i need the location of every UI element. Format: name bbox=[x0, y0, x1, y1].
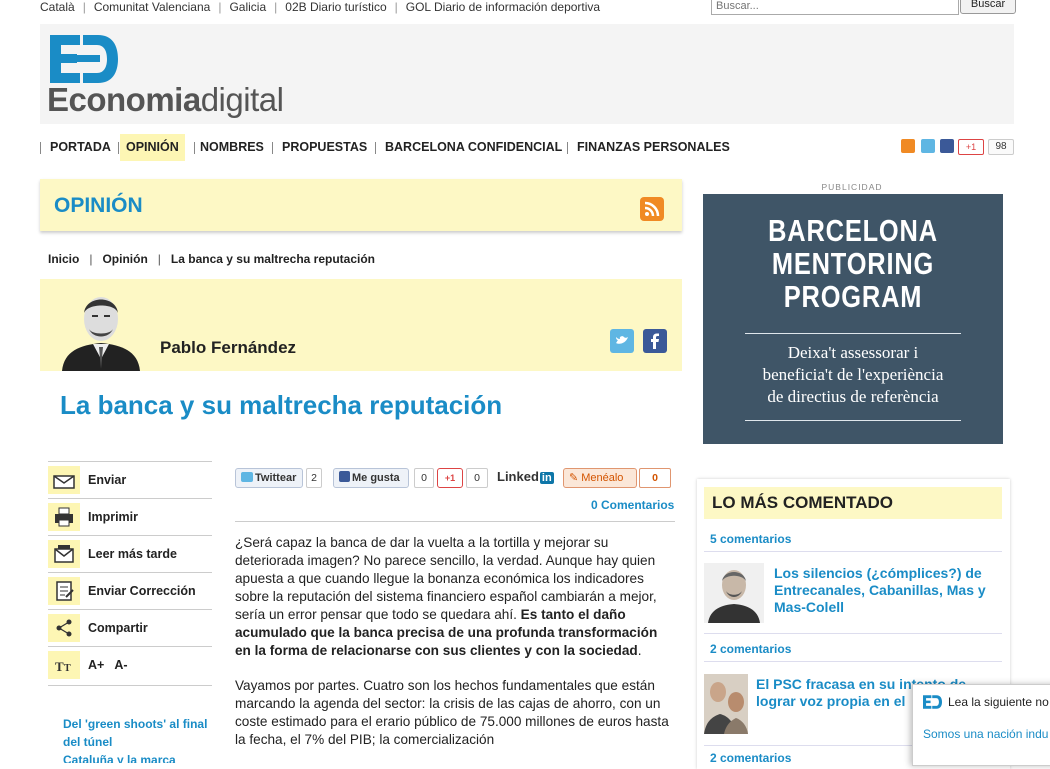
breadcrumb-current: La banca y su maltrecha reputación bbox=[170, 252, 375, 266]
meneame-count: 0 bbox=[639, 468, 671, 488]
nav-opinion[interactable]: OPINIÓN bbox=[120, 134, 185, 161]
tool-label: Compartir bbox=[88, 621, 148, 635]
tool-label: Enviar Corrección bbox=[88, 584, 196, 598]
edition-link-galicia[interactable]: Galicia bbox=[229, 0, 266, 14]
svg-text:T: T bbox=[55, 659, 64, 674]
svg-text:T: T bbox=[64, 663, 71, 674]
rss-icon[interactable] bbox=[901, 139, 915, 153]
breadcrumb-inicio[interactable]: Inicio bbox=[48, 252, 79, 266]
edition-link-valenciana[interactable]: Comunitat Valenciana bbox=[94, 0, 211, 14]
text-size-icon: TT bbox=[48, 651, 80, 679]
tool-label: Enviar bbox=[88, 473, 127, 487]
tool-imprimir[interactable]: Imprimir bbox=[48, 498, 212, 535]
search-button[interactable]: Buscar bbox=[960, 0, 1016, 14]
twitter-icon bbox=[241, 472, 253, 482]
related-link[interactable]: Del 'green shoots' al final del túnel bbox=[63, 715, 213, 751]
section-title: OPINIÓN bbox=[54, 194, 143, 217]
read-later-icon bbox=[48, 540, 80, 568]
edition-link-catala[interactable]: Català bbox=[40, 0, 75, 14]
author-facebook-icon[interactable] bbox=[643, 329, 667, 353]
nav-finanzas-personales[interactable]: FINANZAS PERSONALES bbox=[571, 134, 736, 161]
article-thumbnail[interactable] bbox=[704, 563, 764, 623]
facebook-like-button[interactable]: Me gusta bbox=[333, 468, 409, 488]
tool-enviar[interactable]: Enviar bbox=[48, 461, 212, 498]
tool-label: Leer más tarde bbox=[88, 547, 177, 561]
main-nav: PORTADA OPINIÓN NOMBRES PROPUESTAS BARCE… bbox=[40, 134, 1014, 162]
twitter-icon[interactable] bbox=[921, 139, 935, 153]
nav-propuestas[interactable]: PROPUESTAS bbox=[276, 134, 373, 161]
article-title: La banca y su maltrecha reputación bbox=[60, 390, 503, 420]
popup-link[interactable]: Somos una nación indu bbox=[923, 727, 1048, 741]
share-icon bbox=[48, 614, 80, 642]
tool-enviar-correccion[interactable]: Enviar Corrección bbox=[48, 572, 212, 609]
popup-text: Lea la siguiente no bbox=[948, 695, 1049, 709]
nav-barcelona-confidencial[interactable]: BARCELONA CONFIDENCIAL bbox=[379, 134, 568, 161]
article-body: ¿Será capaz la banca de dar la vuelta a … bbox=[235, 534, 675, 766]
comment-count[interactable]: 2 comentarios bbox=[710, 642, 791, 656]
edition-link-02b[interactable]: 02B Diario turístico bbox=[285, 0, 386, 14]
nav-portada[interactable]: PORTADA bbox=[44, 134, 117, 161]
breadcrumb-opinion[interactable]: Opinión bbox=[102, 252, 147, 266]
article-thumbnail[interactable] bbox=[704, 674, 748, 734]
twitter-share-button[interactable]: Twittear bbox=[235, 468, 303, 488]
ad-label: PUBLICIDAD bbox=[821, 182, 883, 192]
author-name[interactable]: Pablo Fernández bbox=[160, 338, 296, 358]
rss-icon[interactable] bbox=[640, 197, 664, 221]
tool-leer-mas-tarde[interactable]: Leer más tarde bbox=[48, 535, 212, 572]
comment-count[interactable]: 5 comentarios bbox=[710, 532, 791, 546]
font-decrease-button[interactable]: A- bbox=[114, 658, 127, 672]
author-twitter-icon[interactable] bbox=[610, 329, 634, 353]
tool-label: Imprimir bbox=[88, 510, 139, 524]
paragraph: Vayamos por partes. Cuatro son los hecho… bbox=[235, 678, 669, 747]
tool-text-size: TT A+ A- bbox=[48, 646, 212, 686]
most-commented-title: LO MÁS COMENTADO bbox=[704, 487, 1002, 519]
gplus-share-count: 0 bbox=[466, 468, 488, 488]
meneame-button[interactable]: ✎ Menéalo bbox=[563, 468, 637, 488]
nav-nombres[interactable]: NOMBRES bbox=[194, 134, 270, 161]
edition-links: Català | Comunitat Valenciana | Galicia | 0… bbox=[40, 0, 601, 14]
author-band: Pablo Fernández bbox=[40, 279, 682, 371]
gplus-count: 98 bbox=[988, 139, 1014, 155]
correction-icon bbox=[48, 577, 80, 605]
ed-logo-icon bbox=[923, 695, 942, 714]
linkedin-share-button[interactable]: Linked in bbox=[497, 469, 554, 484]
edition-link-gol[interactable]: GOL Diario de información deportiva bbox=[406, 0, 600, 14]
breadcrumb: Inicio | Opinión | La banca y su maltrecha… bbox=[48, 252, 375, 266]
most-commented-link[interactable]: Los silencios (¿cómplices?) de Entrecana… bbox=[774, 565, 1000, 616]
related-link[interactable]: Cataluña y la marca bbox=[63, 753, 213, 763]
top-bar: Català | Comunitat Valenciana | Galicia | 0… bbox=[0, 0, 1050, 24]
facebook-count: 0 bbox=[414, 468, 434, 488]
site-header: Economiadigital bbox=[40, 24, 1014, 124]
divider bbox=[235, 521, 675, 522]
font-increase-button[interactable]: A+ bbox=[88, 658, 104, 672]
tool-compartir[interactable]: Compartir bbox=[48, 609, 212, 646]
next-article-popup[interactable]: Lea la siguiente no Somos una nación ind… bbox=[912, 684, 1050, 766]
section-header: OPINIÓN bbox=[40, 179, 682, 231]
ad-banner[interactable]: BARCELONA MENTORING PROGRAM Deixa't assess… bbox=[703, 194, 1003, 444]
meneame-icon: ✎ bbox=[569, 472, 579, 484]
search-input[interactable] bbox=[711, 0, 959, 15]
ad-title: BARCELONA MENTORING PROGRAM bbox=[768, 213, 938, 314]
gplus-button[interactable]: +1 bbox=[958, 139, 984, 155]
envelope-icon bbox=[48, 466, 80, 494]
brand-name[interactable]: Economiadigital bbox=[47, 81, 284, 119]
facebook-icon bbox=[339, 471, 350, 482]
ad-subtitle: Deixa't assessorar i beneficia't de l'exp… bbox=[762, 343, 944, 406]
printer-icon bbox=[48, 503, 80, 531]
author-photo bbox=[60, 289, 142, 371]
gplus-share-button[interactable]: +1 bbox=[437, 468, 463, 488]
comments-link[interactable]: 0 Comentarios bbox=[591, 498, 674, 512]
facebook-icon[interactable] bbox=[940, 139, 954, 153]
twitter-count: 2 bbox=[306, 468, 322, 488]
